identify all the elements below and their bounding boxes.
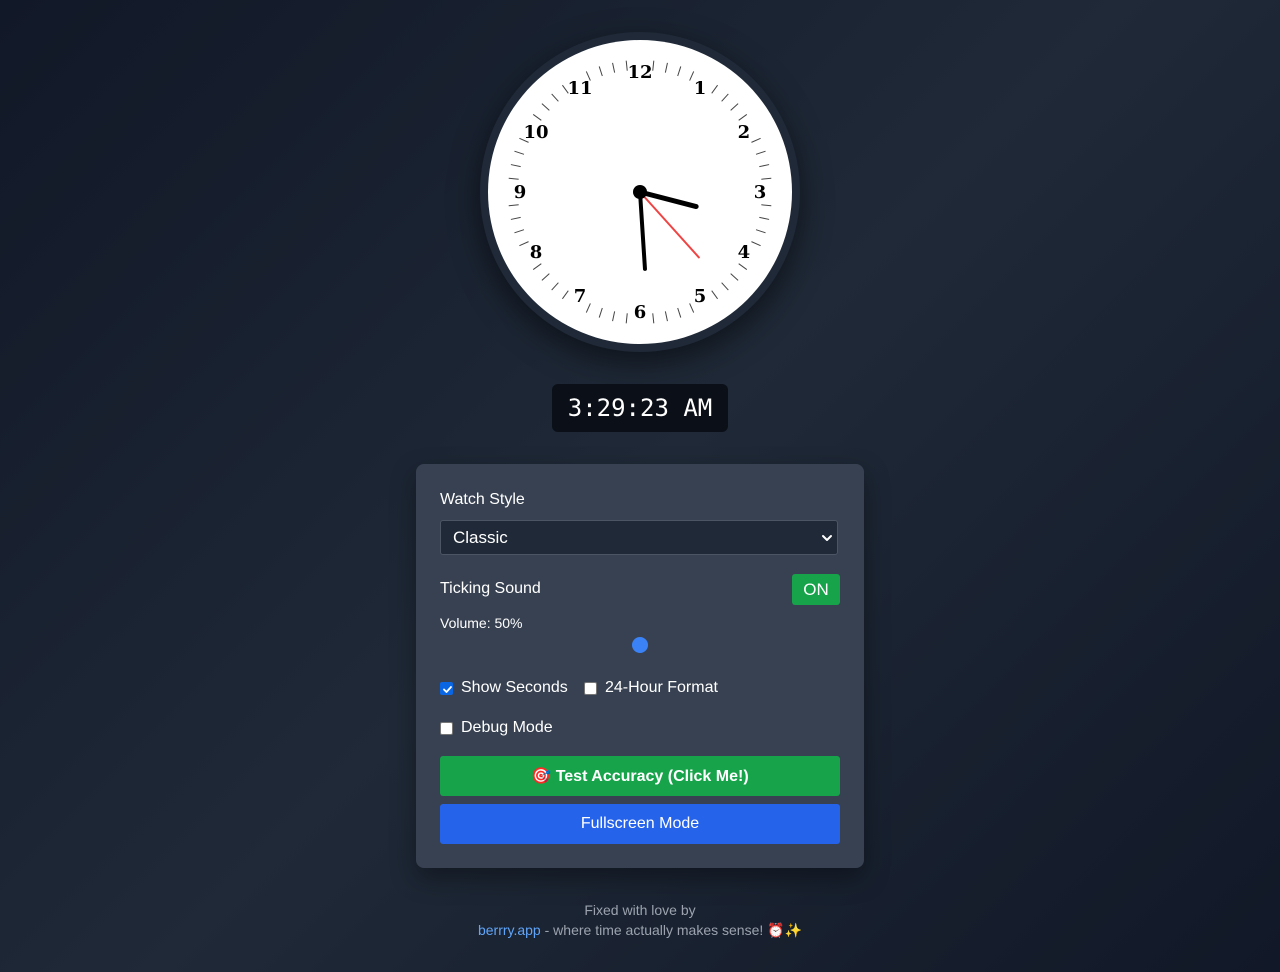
- clock-number-12: 12: [627, 62, 652, 83]
- ticking-sound-label: Ticking Sound: [440, 580, 541, 597]
- footer-tagline: - where time actually makes sense! ⏰✨: [540, 922, 803, 938]
- minute-tick: [508, 177, 519, 180]
- minute-tick: [551, 282, 559, 291]
- minute-hand: [638, 190, 647, 271]
- minute-tick: [514, 150, 525, 155]
- clock-number-7: 7: [574, 286, 587, 307]
- watch-style-select[interactable]: Classic: [440, 520, 838, 555]
- minute-tick: [612, 62, 616, 73]
- berrry-app-link[interactable]: berrry.app: [478, 922, 541, 938]
- ticking-sound-toggle[interactable]: ON: [792, 574, 840, 605]
- clock-number-5: 5: [694, 286, 707, 307]
- minute-tick: [721, 93, 729, 102]
- volume-label: Volume: 50%: [440, 615, 523, 631]
- checkmark-icon: [443, 686, 452, 693]
- settings-panel: Watch Style Classic Ticking Sound ON Vol…: [416, 464, 864, 868]
- minute-tick: [761, 204, 772, 207]
- clock-number-3: 3: [754, 182, 767, 203]
- clock-face: 12 1 2 3 4 5 6 7 8 9 10 11: [488, 40, 792, 344]
- minute-tick: [652, 313, 655, 324]
- volume-slider[interactable]: [440, 636, 840, 654]
- minute-tick: [562, 290, 569, 300]
- clock-svg: 121234567891011: [508, 60, 772, 324]
- minute-tick: [664, 311, 668, 322]
- hour24-label: 24-Hour Format: [605, 679, 718, 696]
- minute-tick: [761, 177, 772, 180]
- minute-tick: [751, 241, 761, 247]
- clock-number-10: 10: [524, 122, 549, 143]
- minute-tick: [532, 263, 542, 270]
- minute-tick: [677, 307, 682, 318]
- hour-hand: [637, 189, 699, 210]
- minute-tick: [598, 66, 603, 77]
- fullscreen-button[interactable]: Fullscreen Mode: [440, 804, 840, 844]
- minute-tick: [514, 229, 525, 234]
- minute-tick: [598, 307, 603, 318]
- minute-tick: [541, 273, 550, 281]
- clock-number-6: 6: [634, 302, 647, 323]
- show-seconds-label: Show Seconds: [461, 679, 568, 696]
- volume-slider-thumb[interactable]: [632, 637, 648, 653]
- minute-tick: [759, 216, 770, 220]
- minute-tick: [508, 204, 519, 207]
- clock-number-2: 2: [738, 122, 751, 143]
- minute-tick: [721, 282, 729, 291]
- minute-tick: [612, 311, 616, 322]
- clock-number-9: 9: [514, 182, 527, 203]
- minute-tick: [711, 290, 718, 300]
- minute-tick: [652, 60, 655, 71]
- clock-number-4: 4: [738, 242, 751, 263]
- digital-time-display: 3:29:23 AM: [552, 384, 728, 432]
- clock-center-dot: [633, 185, 647, 199]
- minute-tick: [664, 62, 668, 73]
- chevron-down-icon: [822, 535, 832, 541]
- minute-tick: [711, 84, 718, 94]
- footer-line-2: berrry.app - where time actually makes s…: [0, 922, 1280, 939]
- minute-tick: [585, 303, 591, 313]
- minute-tick: [510, 216, 521, 220]
- minute-tick: [510, 164, 521, 168]
- clock-number-11: 11: [567, 78, 592, 99]
- minute-tick: [751, 137, 761, 143]
- minute-tick: [730, 103, 739, 111]
- hour24-checkbox[interactable]: [584, 682, 597, 695]
- minute-tick: [625, 313, 628, 324]
- minute-tick: [551, 93, 559, 102]
- analog-clock: 12 1 2 3 4 5 6 7 8 9 10 11: [480, 32, 800, 352]
- watch-style-label: Watch Style: [440, 491, 525, 508]
- show-seconds-checkbox[interactable]: [440, 682, 453, 695]
- minute-tick: [730, 273, 739, 281]
- minute-tick: [755, 229, 766, 234]
- minute-tick: [532, 114, 542, 121]
- minute-tick: [677, 66, 682, 77]
- minute-tick: [519, 241, 529, 247]
- clock-number-1: 1: [694, 78, 707, 99]
- minute-tick: [738, 263, 748, 270]
- footer-line-1: Fixed with love by: [584, 902, 696, 918]
- minute-tick: [755, 150, 766, 155]
- test-accuracy-button[interactable]: 🎯 Test Accuracy (Click Me!): [440, 756, 840, 796]
- watch-style-value: Classic: [453, 527, 508, 547]
- debug-mode-checkbox[interactable]: [440, 722, 453, 735]
- minute-tick: [541, 103, 550, 111]
- minute-tick: [759, 164, 770, 168]
- clock-number-8: 8: [530, 242, 543, 263]
- debug-mode-label: Debug Mode: [461, 719, 553, 736]
- minute-tick: [738, 114, 748, 121]
